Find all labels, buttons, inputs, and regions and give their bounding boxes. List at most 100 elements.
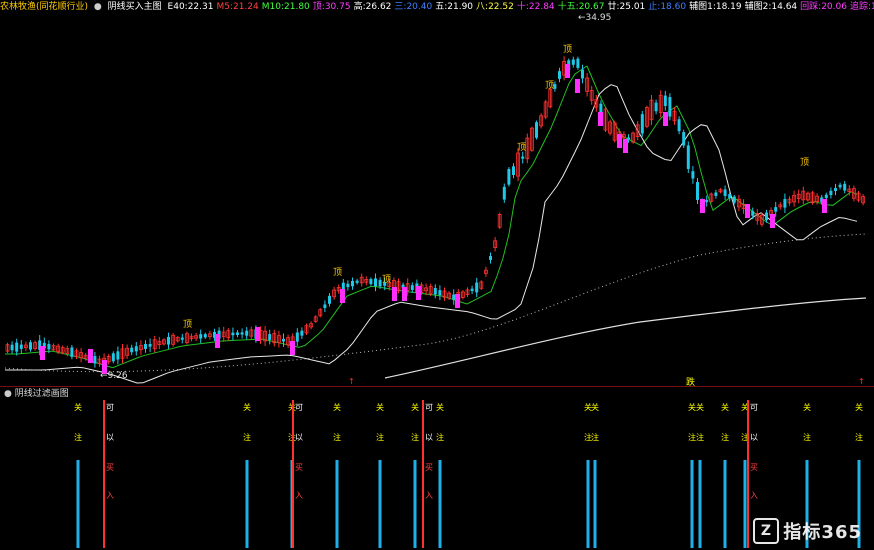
signal-label-zhu: 注 [411,432,419,442]
signal-label-zhu: 注 [696,432,704,442]
signal-label-guan: 关 [243,402,251,412]
candle-down [355,280,359,283]
candle-down [571,59,575,65]
sub-panel-header: ● 阴线过滤画图 [4,388,69,400]
signal-label-yi: 以 [106,433,114,442]
candle-down [663,95,667,107]
candle-down [374,278,377,287]
candle-down [236,332,239,335]
signal-label-ke: 可 [425,403,433,412]
signal-label-guan: 关 [696,402,704,412]
candle-down [148,343,152,347]
brand-logo-icon: Z [753,518,780,544]
candle-down [111,353,115,362]
candle-down [512,166,515,176]
top-marker: 顶 [382,274,391,285]
candle-down [167,336,170,345]
signal-label-guan: 关 [436,402,444,412]
candle-down [47,344,51,350]
candle-down [452,294,456,300]
highlight-bar [402,287,407,301]
signal-label-guan: 关 [803,402,811,412]
signal-label-zhu: 注 [436,432,444,442]
candle-down [70,347,74,357]
watermark: Z 指标365 [753,518,862,544]
signal-label-yi: 以 [295,433,303,442]
highlight-bar [745,204,750,218]
candle-down [199,334,203,339]
top-marker: 顶 [333,267,342,278]
candle-down [93,356,97,364]
top-marker: 顶 [800,157,809,168]
signal-label-zhu: 注 [591,432,599,442]
settings-dot-icon[interactable]: ● [4,389,12,399]
sub-panel-title[interactable]: 阴线过滤画图 [15,389,69,399]
candle-down [295,332,299,342]
brand-name: 指标365 [783,522,862,543]
candle-down [682,132,686,146]
signal-label-guan: 关 [376,402,384,412]
candle-down [705,200,709,203]
candle-down [765,212,768,220]
panel-divider[interactable] [0,386,874,387]
candle-down [245,330,249,336]
candle-down [581,69,584,79]
candle-down [691,171,695,179]
candle-down [489,256,492,260]
candle-down [231,332,235,336]
ma-white-line [5,84,858,384]
signal-label-mai: 买 [750,463,758,472]
candle-down [558,71,561,79]
candle-down [410,285,414,291]
highlight-bar [255,327,260,341]
candle-down [774,207,778,212]
candle-down [535,122,538,138]
signal-label-zhu: 注 [721,432,729,442]
signal-label-zhu: 注 [376,432,384,442]
candle-down [677,119,681,132]
up-arrow-icon: ↑ [858,377,865,386]
candle-down [824,194,828,199]
candle-down [654,102,658,112]
top-marker: 顶 [563,44,572,55]
signal-label-ke: 可 [295,403,303,412]
candle-down [838,184,842,188]
low-price-label: ←9.26 [100,371,128,381]
highlight-bar [617,134,622,148]
highlight-bar [770,214,775,228]
signal-label-guan: 关 [688,402,696,412]
highlight-bar [663,112,668,126]
highlight-bar [215,334,220,348]
candle-down [15,342,19,352]
signal-label-zhu: 注 [688,432,696,442]
signal-label-guan: 关 [591,402,599,412]
highlight-bar [40,346,45,360]
highlight-bar [598,112,603,126]
signal-label-ru: 入 [295,491,303,500]
signal-label-guan: 关 [74,402,82,412]
candle-down [507,168,511,185]
candle-down [843,183,847,191]
candle-down [144,344,147,349]
candle-down [10,344,14,351]
highlight-bar [700,199,705,213]
candle-down [640,114,644,134]
signal-label-ke: 可 [106,403,114,412]
candle-down [369,279,373,285]
top-marker: 顶 [517,142,526,153]
candle-down [696,182,699,200]
signal-label-ru: 入 [750,491,758,500]
signal-label-zhu: 注 [803,432,811,442]
top-marker: 顶 [545,80,554,91]
candle-down [130,347,134,353]
candle-down [751,211,755,216]
signal-label-ru: 入 [106,491,114,500]
signal-label-ke: 可 [750,403,758,412]
candle-down [323,304,327,308]
candle-down [346,283,350,288]
candle-down [686,145,690,169]
candle-down [829,190,833,196]
candle-down [783,198,787,208]
highlight-bar [623,139,628,153]
price-chart[interactable]: ←34.95←9.26顶顶顶顶顶顶顶跌↑ ↑关注关注关注关注关注关注关注关注关注关… [0,0,874,550]
